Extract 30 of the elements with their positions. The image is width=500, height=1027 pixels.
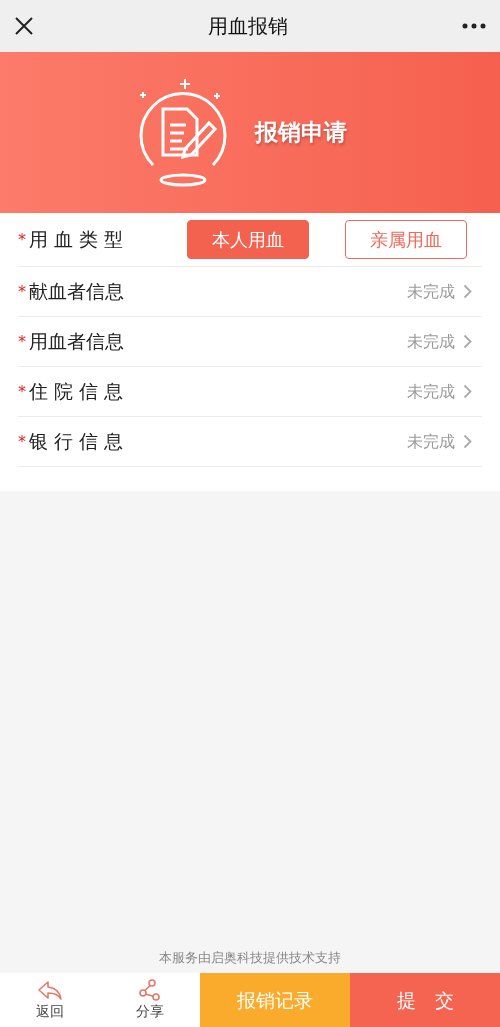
required-mark: * (18, 330, 26, 353)
more-icon[interactable] (462, 23, 486, 29)
footer-note: 本服务由启奥科技提供技术支持 (158, 948, 342, 967)
field-label: 银 行 信 息 (29, 429, 124, 455)
window-title: 用血报销 (208, 13, 288, 40)
form-row[interactable]: *献血者信息 未完成 (18, 267, 482, 317)
field-label: 住 院 信 息 (29, 379, 124, 405)
chevron-right-icon (463, 284, 472, 299)
field-label: 用血者信息 (29, 329, 124, 355)
required-mark: * (18, 430, 26, 453)
status-text: 未完成 (407, 430, 455, 453)
form-row[interactable]: *住 院 信 息 未完成 (18, 367, 482, 417)
required-mark: * (18, 280, 26, 303)
chevron-right-icon (463, 334, 472, 349)
share-button[interactable]: 分享 (100, 973, 200, 1027)
chevron-right-icon (463, 384, 472, 399)
required-mark: * (18, 228, 26, 251)
back-icon (36, 978, 64, 1001)
back-button[interactable]: 返回 (0, 973, 100, 1027)
close-icon[interactable] (14, 16, 34, 36)
banner-title: 报销申请 (255, 118, 347, 148)
field-label: 献血者信息 (29, 279, 124, 305)
status-text: 未完成 (407, 280, 455, 303)
form-row[interactable]: *用血者信息 未完成 (18, 317, 482, 367)
form-row[interactable]: *银 行 信 息 未完成 (18, 417, 482, 467)
status-text: 未完成 (407, 330, 455, 353)
field-label: 用 血 类 型 (29, 227, 125, 253)
status-text: 未完成 (407, 380, 455, 403)
required-mark: * (18, 380, 26, 403)
chevron-right-icon (463, 434, 472, 449)
